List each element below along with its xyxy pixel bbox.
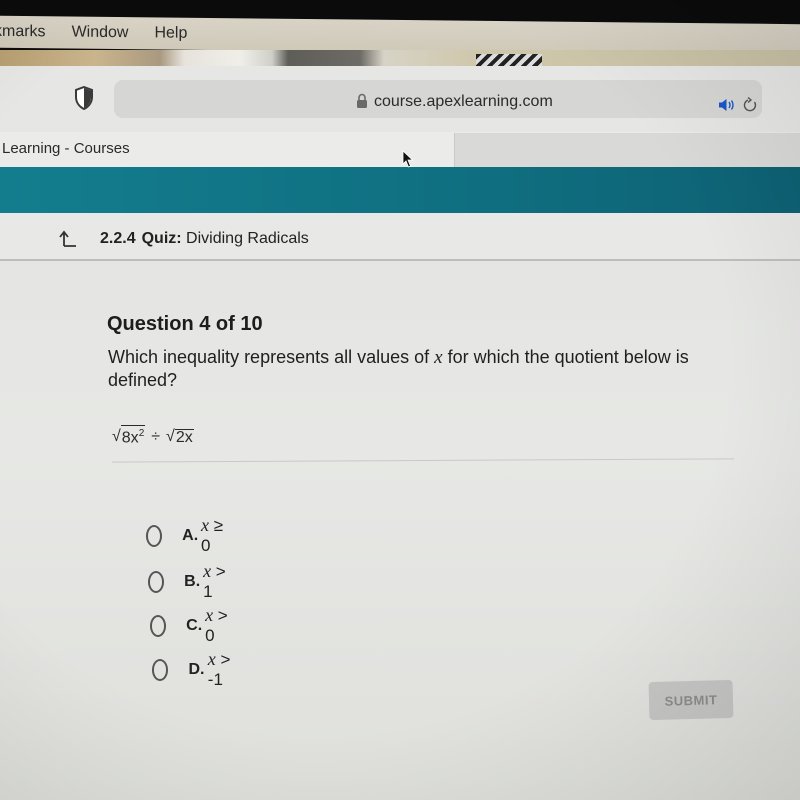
radio-button[interactable] bbox=[146, 524, 163, 547]
submit-button[interactable]: SUBMIT bbox=[648, 679, 734, 721]
divide-operator: ÷ bbox=[151, 428, 161, 446]
option-value: x > -1 bbox=[208, 649, 237, 690]
option-letter: C. bbox=[186, 616, 203, 634]
up-arrow-icon[interactable] bbox=[58, 230, 78, 248]
question-text: Which inequality represents all values o… bbox=[108, 346, 718, 392]
question-variable: x bbox=[434, 347, 443, 368]
option-c[interactable]: C. x > 0 bbox=[150, 605, 230, 646]
breadcrumb: 2.2.4 Quiz: Dividing Radicals bbox=[100, 230, 309, 248]
speaker-icon[interactable] bbox=[718, 98, 736, 112]
option-value: x ≥ 0 bbox=[201, 515, 225, 556]
radicand-2: 2x bbox=[174, 429, 194, 447]
option-value: x > 0 bbox=[205, 605, 230, 646]
lesson-number: 2.2.4 bbox=[100, 230, 136, 247]
lesson-kind: Quiz: bbox=[141, 230, 182, 247]
lock-icon bbox=[357, 93, 367, 108]
option-variable: x bbox=[201, 515, 210, 535]
site-header-bar bbox=[0, 167, 800, 213]
radical-2: √ 2x bbox=[166, 428, 194, 446]
menu-bookmarks[interactable]: kmarks bbox=[0, 23, 46, 42]
radicand-1: 8x bbox=[121, 429, 139, 447]
radio-button[interactable] bbox=[150, 614, 167, 637]
radical-1: √ 8x2 bbox=[112, 425, 146, 447]
radio-button[interactable] bbox=[148, 570, 165, 593]
option-letter: A. bbox=[182, 526, 199, 544]
tab-inactive[interactable] bbox=[454, 133, 800, 167]
mouse-cursor-icon bbox=[402, 150, 414, 168]
option-variable: x bbox=[205, 605, 214, 625]
option-b[interactable]: B. x > 1 bbox=[148, 561, 228, 602]
shield-icon[interactable] bbox=[74, 86, 94, 110]
lesson-title: Dividing Radicals bbox=[186, 230, 309, 247]
menu-help[interactable]: Help bbox=[154, 24, 187, 42]
exponent-1: 2 bbox=[138, 428, 145, 439]
option-a[interactable]: A. x ≥ 0 bbox=[146, 515, 225, 556]
reload-icon[interactable] bbox=[742, 96, 758, 114]
option-value: x > 1 bbox=[203, 561, 228, 602]
question-title: Question 4 of 10 bbox=[107, 313, 263, 335]
option-variable: x bbox=[207, 649, 216, 669]
sqrt-symbol: √ bbox=[112, 428, 121, 446]
tab-active[interactable]: Learning - Courses bbox=[2, 140, 130, 157]
url-text[interactable]: course.apexlearning.com bbox=[374, 93, 553, 111]
math-expression: √ 8x2 ÷ √ 2x bbox=[112, 425, 194, 446]
option-letter: B. bbox=[184, 572, 201, 590]
menu-window[interactable]: Window bbox=[72, 24, 129, 43]
option-d[interactable]: D. x > -1 bbox=[152, 649, 237, 690]
option-letter: D. bbox=[188, 660, 205, 678]
sqrt-symbol: √ bbox=[166, 428, 175, 446]
radio-button[interactable] bbox=[152, 658, 169, 681]
question-text-start: Which inequality represents all values o… bbox=[108, 347, 435, 367]
option-variable: x bbox=[203, 561, 212, 581]
